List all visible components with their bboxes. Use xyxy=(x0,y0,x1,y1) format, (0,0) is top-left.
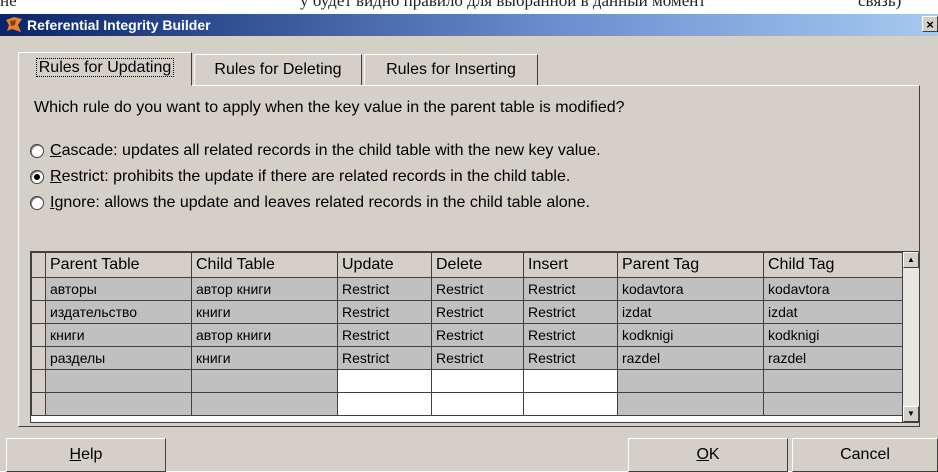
caption-fragment-right: связь) xyxy=(858,0,902,10)
table-cell[interactable] xyxy=(431,392,524,416)
table-cell[interactable]: izdat xyxy=(763,300,906,324)
ok-button[interactable]: OK xyxy=(628,438,788,472)
table-cell[interactable]: kodknigi xyxy=(617,323,764,347)
table-row[interactable]: авторы автор книги Restrict Restrict Restric… xyxy=(31,277,906,301)
table-row[interactable]: разделы книги Restrict Restrict Restrict razd… xyxy=(31,346,906,370)
tab-rules-inserting[interactable]: Rules for Inserting xyxy=(364,54,538,86)
column-header[interactable]: Insert xyxy=(523,252,618,278)
table-cell[interactable]: Restrict xyxy=(523,323,618,347)
option-label: Ignore: allows the update and leaves rel… xyxy=(50,194,590,211)
table-cell[interactable] xyxy=(763,369,906,393)
table-row[interactable]: книги автор книги Restrict Restrict Restrict… xyxy=(31,323,906,347)
column-header[interactable]: Parent Table xyxy=(45,252,192,278)
cascade-radio[interactable] xyxy=(30,144,44,158)
referential-integrity-dialog: Referential Integrity Builder × Rules fo… xyxy=(0,14,938,472)
option-restrict[interactable]: Restrict: prohibits the update if there … xyxy=(30,166,570,188)
option-label: Restrict: prohibits the update if there … xyxy=(50,168,571,185)
table-cell[interactable] xyxy=(523,392,618,416)
row-selector[interactable] xyxy=(31,277,46,301)
table-cell[interactable]: razdel xyxy=(617,346,764,370)
table-cell[interactable] xyxy=(617,369,764,393)
table-cell[interactable] xyxy=(763,392,906,416)
table-cell[interactable]: книги xyxy=(191,300,338,324)
table-cell[interactable]: книги xyxy=(45,323,192,347)
background-caption: не у будет видно правило для выбранной в… xyxy=(0,0,938,14)
title-bar[interactable]: Referential Integrity Builder × xyxy=(0,14,938,36)
option-label: Cascade: updates all related records in … xyxy=(50,142,601,159)
table-cell[interactable]: Restrict xyxy=(337,300,432,324)
caption-fragment-left: не xyxy=(0,0,17,10)
table-row[interactable] xyxy=(31,392,906,416)
table-cell[interactable]: Restrict xyxy=(431,277,524,301)
table-cell[interactable]: Restrict xyxy=(337,323,432,347)
tab-rules-updating[interactable]: Rules for Updating xyxy=(18,52,192,86)
table-cell[interactable]: Restrict xyxy=(431,323,524,347)
table-cell[interactable]: Restrict xyxy=(523,300,618,324)
scroll-down-arrow-icon[interactable]: ▼ xyxy=(903,406,919,422)
table-cell[interactable] xyxy=(191,369,338,393)
table-cell[interactable]: kodavtora xyxy=(617,277,764,301)
column-header[interactable]: Update xyxy=(337,252,432,278)
table-row[interactable] xyxy=(31,369,906,393)
row-selector[interactable] xyxy=(31,300,46,324)
help-button[interactable]: Help xyxy=(6,438,166,472)
grid-header-row: Parent Table Child Table Update Delete Inser… xyxy=(31,252,906,278)
table-cell[interactable] xyxy=(617,392,764,416)
table-cell[interactable] xyxy=(337,392,432,416)
ignore-radio[interactable] xyxy=(30,196,44,210)
rule-question: Which rule do you want to apply when the… xyxy=(34,99,625,116)
row-selector[interactable] xyxy=(31,369,46,393)
tab-rules-deleting[interactable]: Rules for Deleting xyxy=(194,54,362,86)
table-cell[interactable]: izdat xyxy=(617,300,764,324)
relations-grid[interactable]: Parent Table Child Table Update Delete Inser… xyxy=(30,251,920,423)
table-cell[interactable]: kodknigi xyxy=(763,323,906,347)
table-cell[interactable] xyxy=(337,369,432,393)
table-cell[interactable]: Restrict xyxy=(337,346,432,370)
caption-fragment-middle: у будет видно правило для выбранной в да… xyxy=(300,0,706,10)
table-row[interactable]: издательство книги Restrict Restrict Restric… xyxy=(31,300,906,324)
vertical-scrollbar[interactable]: ▲ ▼ xyxy=(902,252,919,422)
table-cell[interactable]: Restrict xyxy=(523,346,618,370)
row-selector[interactable] xyxy=(31,323,46,347)
table-cell[interactable]: razdel xyxy=(763,346,906,370)
table-cell[interactable] xyxy=(523,369,618,393)
column-header[interactable]: Delete xyxy=(431,252,524,278)
option-cascade[interactable]: Cascade: updates all related records in … xyxy=(30,140,601,162)
table-cell[interactable] xyxy=(191,392,338,416)
table-cell[interactable]: автор книги xyxy=(191,277,338,301)
column-header[interactable]: Child Tag xyxy=(763,252,906,278)
tab-label: Rules for Inserting xyxy=(386,61,516,78)
table-cell[interactable] xyxy=(431,369,524,393)
row-selector[interactable] xyxy=(31,346,46,370)
cancel-button[interactable]: Cancel xyxy=(792,438,938,472)
scroll-up-arrow-icon[interactable]: ▲ xyxy=(903,252,919,268)
relations-table: Parent Table Child Table Update Delete Inser… xyxy=(31,252,906,416)
table-cell[interactable]: книги xyxy=(191,346,338,370)
column-header[interactable]: Parent Tag xyxy=(617,252,764,278)
fox-app-icon xyxy=(6,17,22,32)
table-cell[interactable]: издательство xyxy=(45,300,192,324)
table-cell[interactable] xyxy=(45,392,192,416)
restrict-radio[interactable] xyxy=(30,170,44,184)
table-cell[interactable]: Restrict xyxy=(431,346,524,370)
row-selector[interactable] xyxy=(31,392,46,416)
table-cell[interactable]: разделы xyxy=(45,346,192,370)
table-cell[interactable]: Restrict xyxy=(523,277,618,301)
option-ignore[interactable]: Ignore: allows the update and leaves rel… xyxy=(30,192,590,214)
table-cell[interactable] xyxy=(45,369,192,393)
column-header[interactable]: Child Table xyxy=(191,252,338,278)
close-button[interactable]: × xyxy=(922,16,938,32)
window-title: Referential Integrity Builder xyxy=(27,17,211,33)
table-cell[interactable]: авторы xyxy=(45,277,192,301)
table-cell[interactable]: Restrict xyxy=(431,300,524,324)
table-cell[interactable]: автор книги xyxy=(191,323,338,347)
table-cell[interactable]: kodavtora xyxy=(763,277,906,301)
row-selector[interactable] xyxy=(31,252,46,278)
tab-label: Rules for Updating xyxy=(35,58,175,77)
table-cell[interactable]: Restrict xyxy=(337,277,432,301)
tab-label: Rules for Deleting xyxy=(214,61,342,78)
